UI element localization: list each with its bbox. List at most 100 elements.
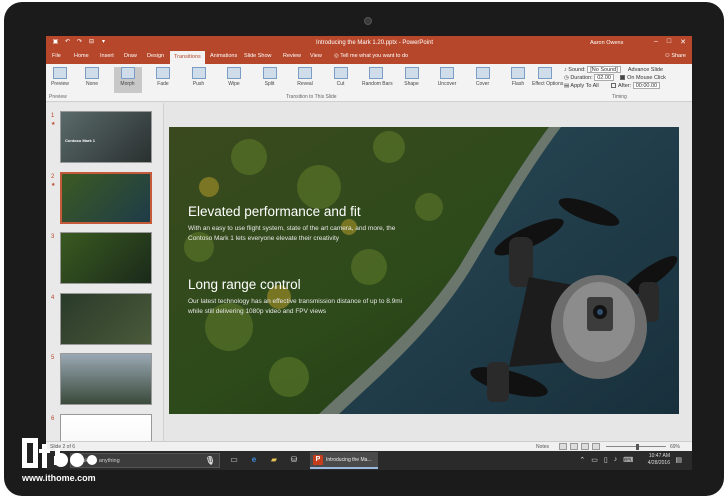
normal-view-icon[interactable] [559, 443, 567, 450]
notes-button[interactable]: Notes [536, 444, 549, 450]
tab-home[interactable]: Home [74, 53, 89, 59]
undo-icon[interactable]: ↶ [64, 39, 71, 46]
current-slide[interactable]: Elevated performance and fit With an eas… [169, 127, 679, 414]
ribbon: Preview None Morph Fade Push Wipe Split Reveal… [46, 64, 692, 102]
effect-options-icon [538, 67, 552, 79]
slide-thumbnail[interactable] [60, 353, 152, 405]
transition-cover[interactable]: Cover [469, 67, 497, 93]
transition-split[interactable]: Split [256, 67, 284, 93]
slide-body-2[interactable]: Our latest technology has an effective t… [188, 297, 418, 317]
tablet-device: ▣ ↶ ↷ ⊟ ▾ Introducing the Mark 1.20.pptx… [4, 2, 724, 496]
slide-heading-1[interactable]: Elevated performance and fit [188, 204, 361, 219]
slide-thumbnail[interactable] [60, 292, 152, 345]
slide-body-1[interactable]: With an easy to use flight system, state… [188, 224, 418, 244]
tab-slide-show[interactable]: Slide Show [244, 53, 272, 59]
title-bar: ▣ ↶ ↷ ⊟ ▾ Introducing the Mark 1.20.pptx… [46, 36, 692, 50]
taskbar-clock[interactable]: 10:47 AM 4/28/2016 [648, 453, 670, 467]
transition-wipe[interactable]: Wipe [220, 67, 248, 93]
network-icon[interactable]: ▭ [591, 456, 598, 464]
microphone-icon[interactable]: 🎙 [205, 456, 215, 465]
tab-view[interactable]: View [310, 53, 322, 59]
transition-push-icon [191, 67, 206, 79]
present-icon[interactable]: ⊟ [88, 39, 95, 46]
zoom-slider-handle[interactable] [636, 444, 639, 450]
transition-cut[interactable]: Cut [327, 67, 355, 93]
taskbar-powerpoint-app[interactable]: P Introducing the Ma... [310, 452, 378, 469]
sound-dropdown[interactable]: [No Sound] [587, 66, 621, 73]
transition-random-bars-icon [369, 67, 383, 79]
thumbnail-number: 3 [51, 234, 55, 240]
tab-draw[interactable]: Draw [124, 53, 137, 59]
slide-thumbnail[interactable] [60, 232, 152, 284]
transition-morph[interactable]: Morph [113, 67, 142, 93]
group-transition-label: Transition to This Slide [286, 94, 337, 100]
after-input[interactable]: 00:00.00 [632, 82, 661, 89]
transition-shape[interactable]: Shape [398, 67, 426, 93]
battery-icon[interactable]: ▯ [604, 456, 608, 464]
reading-view-icon[interactable] [581, 443, 589, 450]
edge-browser-icon[interactable]: e [248, 454, 260, 466]
volume-icon[interactable]: ♪ [614, 456, 618, 464]
effect-options-button[interactable]: Effect Options [532, 67, 563, 93]
apply-all-button[interactable]: ▤ Apply To All [564, 83, 599, 89]
user-name[interactable]: Aaron Owens [590, 40, 623, 46]
transition-push[interactable]: Push [185, 67, 213, 93]
group-timing-label: Timing [612, 94, 627, 100]
slide-thumbnail[interactable]: Contoso Mark 1 [60, 111, 152, 163]
window-controls: – □ ✕ [654, 38, 686, 46]
transition-wipe-icon [227, 67, 241, 79]
duration-input[interactable]: 02.00 [594, 74, 614, 81]
powerpoint-icon: P [313, 455, 323, 465]
on-mouse-click-checkbox[interactable] [620, 75, 626, 81]
tab-review[interactable]: Review [283, 53, 301, 59]
save-icon[interactable]: ▣ [52, 39, 59, 46]
customize-qat-icon[interactable]: ▾ [100, 39, 107, 46]
slide-background-image [169, 127, 679, 414]
tray-expand-icon[interactable]: ⌃ [579, 456, 585, 464]
transition-star-icon: ★ [51, 121, 56, 127]
transition-shape-icon [404, 67, 419, 79]
task-view-icon[interactable]: ▭ [228, 454, 240, 466]
slideshow-view-icon[interactable] [592, 443, 600, 450]
action-center-icon[interactable]: ▤ [675, 456, 682, 464]
slide-sorter-view-icon[interactable] [570, 443, 578, 450]
duration-row: ◷ Duration: 02.00 On Mouse Click [564, 74, 666, 81]
tab-animations[interactable]: Animations [210, 53, 237, 59]
share-button[interactable]: ⚇ Share [665, 53, 686, 59]
keyboard-icon[interactable]: ⌨ [623, 456, 633, 464]
transition-random-bars[interactable]: Random Bars [362, 67, 393, 93]
transition-cover-icon [475, 67, 490, 79]
maximize-icon[interactable]: □ [667, 38, 671, 46]
transition-star-icon: ★ [51, 181, 56, 188]
transition-uncover[interactable]: Uncover [433, 67, 461, 93]
windows-taskbar: Ask me anything 🎙 ▭ e ▰ ⛁ P Introducing … [46, 451, 692, 470]
preview-button[interactable]: Preview [46, 67, 74, 93]
tell-me-box[interactable]: ◎ Tell me what you want to do [334, 53, 408, 59]
thumbnail-number: 4 [51, 294, 55, 301]
zoom-level[interactable]: 69% [670, 444, 680, 450]
slide-thumbnails-pane: 1 ★ Contoso Mark 1 2 ★ 3 4 5 6 [46, 103, 164, 466]
file-explorer-icon[interactable]: ▰ [268, 454, 280, 466]
transition-fade[interactable]: Fade [149, 67, 177, 93]
front-camera [364, 17, 372, 25]
transition-reveal[interactable]: Reveal [291, 67, 319, 93]
minimize-icon[interactable]: – [654, 38, 658, 46]
store-icon[interactable]: ⛁ [288, 454, 300, 466]
transition-flash-icon [511, 67, 525, 79]
slide-editor: Elevated performance and fit With an eas… [165, 103, 692, 441]
slide-heading-2[interactable]: Long range control [188, 277, 301, 292]
after-checkbox[interactable] [611, 83, 616, 89]
thumbnail-number: 6 [51, 415, 55, 422]
transition-flash[interactable]: Flash [504, 67, 532, 93]
slide-thumbnail[interactable] [60, 171, 152, 224]
thumbnail-number: 5 [51, 355, 55, 361]
tab-design[interactable]: Design [147, 53, 164, 59]
tab-file[interactable]: File [52, 53, 61, 59]
transition-none-icon [85, 67, 99, 79]
close-icon[interactable]: ✕ [680, 38, 686, 46]
transition-none[interactable]: None [78, 67, 106, 93]
transition-reveal-icon [298, 67, 312, 79]
redo-icon[interactable]: ↷ [76, 39, 83, 46]
tab-transitions[interactable]: Transitions [170, 51, 205, 64]
tab-insert[interactable]: Insert [100, 53, 114, 59]
